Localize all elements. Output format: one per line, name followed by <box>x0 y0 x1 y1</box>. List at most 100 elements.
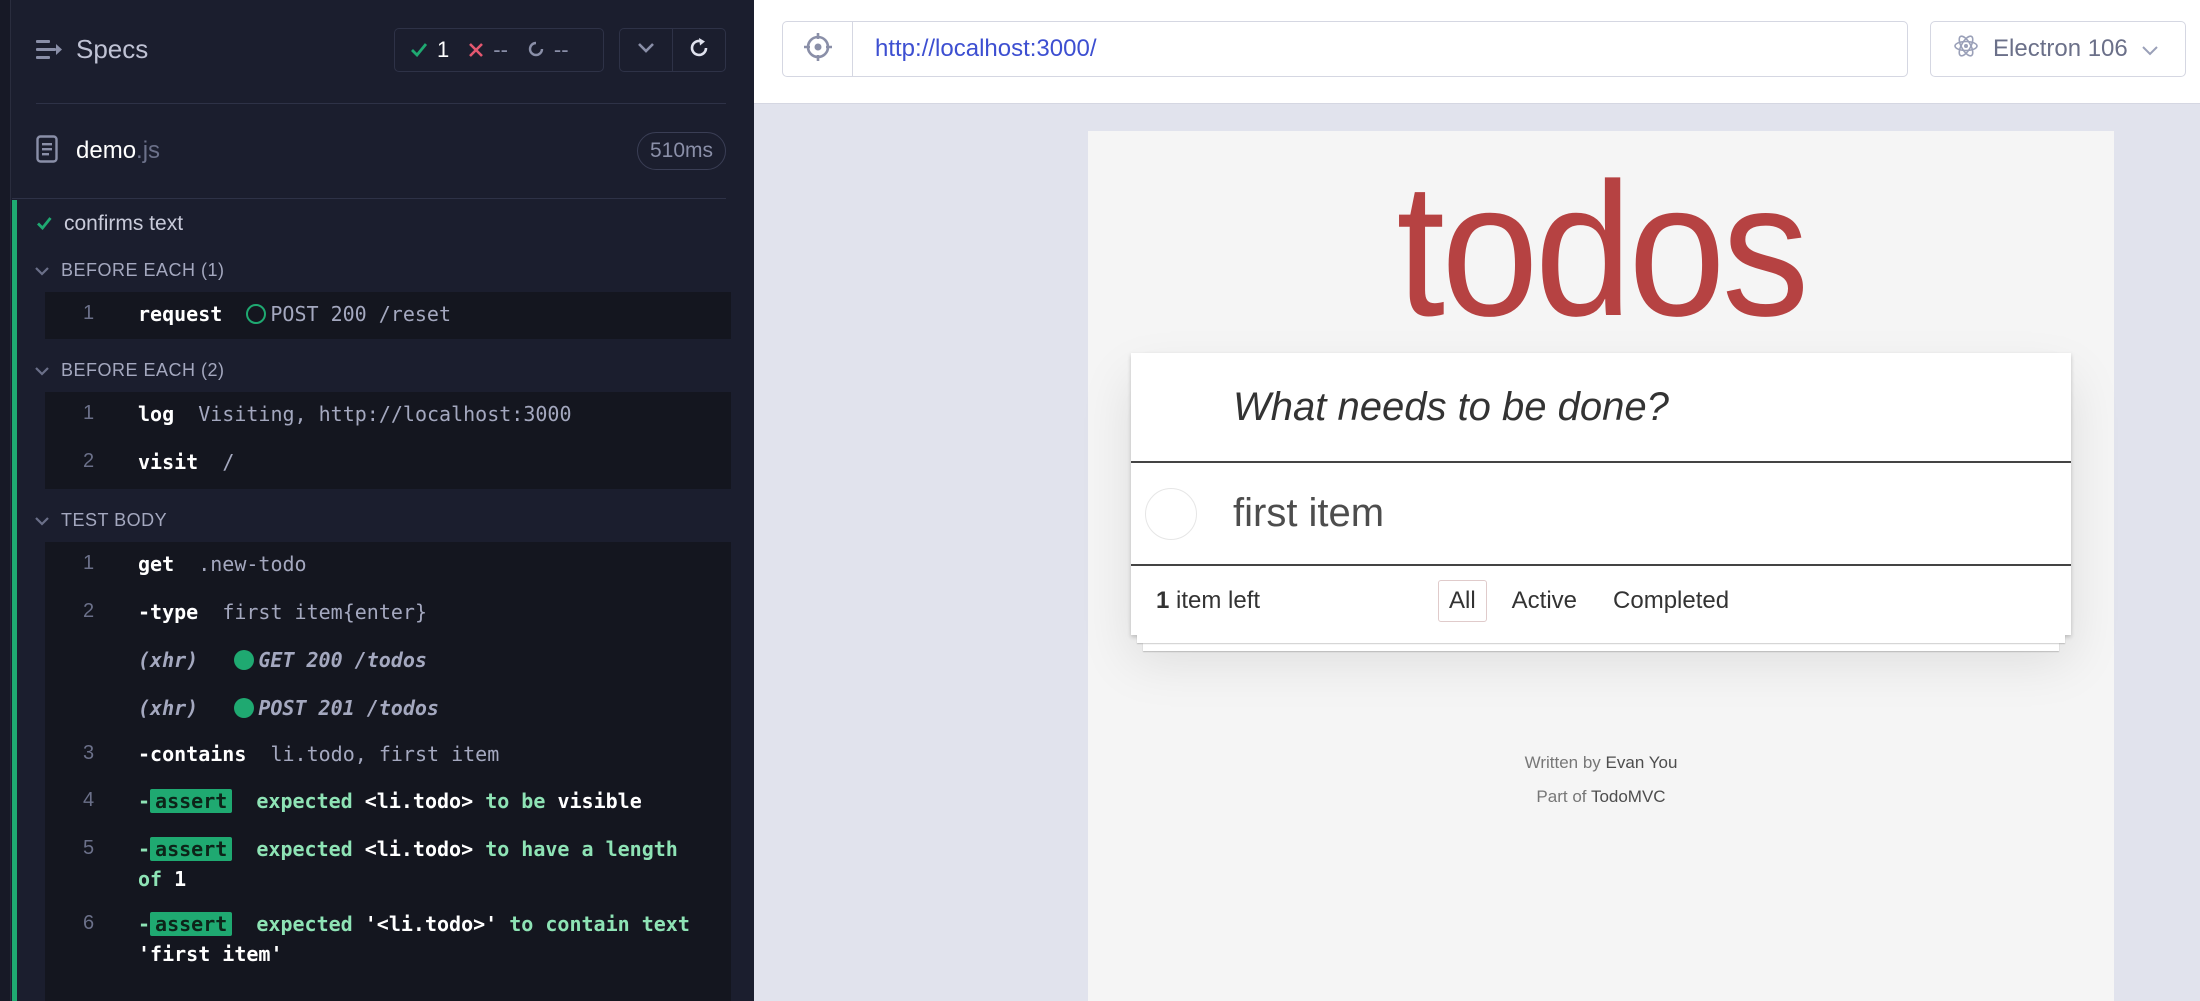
command-message: first item{enter} <box>222 600 428 624</box>
todo-label[interactable]: first item <box>1233 491 1384 536</box>
specs-label: Specs <box>76 34 149 64</box>
test-item: confirms text BEFORE EACH (1) 1 request … <box>12 200 731 1001</box>
spec-file-name[interactable]: demo.js <box>76 137 160 165</box>
assert-word: expected <box>256 837 353 861</box>
written-by-line: Written by Evan You <box>1088 746 2114 780</box>
todomvc-link[interactable]: TodoMVC <box>1591 787 1666 806</box>
command-number: 1 <box>83 302 95 324</box>
command-number: 1 <box>83 402 95 424</box>
refresh-icon <box>687 36 711 65</box>
collapse-all-button[interactable] <box>620 29 672 71</box>
reporter-header: Specs 1 -- -- <box>36 22 726 78</box>
xhr-message: GET 200 /todos <box>258 648 427 672</box>
assert-word: expected <box>256 789 353 813</box>
app-title: todos <box>1396 144 1809 356</box>
command-number: 5 <box>83 837 95 859</box>
todo-count-text: item left <box>1176 586 1261 614</box>
divider <box>12 198 726 199</box>
command-dash: - <box>138 912 151 936</box>
assert-subject: <li.todo> <box>364 837 474 861</box>
written-prefix: Written by <box>1524 753 1601 772</box>
assert-badge: assert <box>150 789 233 813</box>
reporter-controls <box>619 28 726 72</box>
duration-badge: 510ms <box>636 132 726 170</box>
assert-value: visible <box>557 789 642 813</box>
rerun-button[interactable] <box>672 29 725 71</box>
filter-all[interactable]: All <box>1438 579 1487 622</box>
hook-before-each-1[interactable]: BEFORE EACH (1) <box>35 260 225 281</box>
filter-completed[interactable]: Completed <box>1602 580 1740 622</box>
assert-badge: assert <box>150 837 233 861</box>
browser-selector[interactable]: Electron 106 <box>1930 21 2186 77</box>
todo-toggle-checkbox[interactable] <box>1145 488 1197 540</box>
assert-word: expected <box>256 912 353 936</box>
command-number: 3 <box>83 742 95 764</box>
command-name: visit <box>138 450 199 474</box>
hook-label: TEST BODY <box>61 510 168 530</box>
app-under-test-panel: http://localhost:3000/ Electron 106 todo… <box>754 0 2200 1001</box>
card-stack-shadow <box>1143 643 2059 651</box>
chevron-down-icon <box>35 510 49 531</box>
failed-count: -- <box>493 37 508 62</box>
spec-file-header[interactable]: demo.js 510ms <box>36 130 726 172</box>
file-basename: demo <box>76 137 137 164</box>
command-number: 6 <box>83 912 95 934</box>
pending-stat: -- <box>528 37 569 63</box>
todoapp: What needs to be done? first item 1 item… <box>1131 353 2071 651</box>
file-extension: .js <box>136 137 161 164</box>
command-name: get <box>138 552 175 576</box>
pending-count: -- <box>553 37 569 62</box>
command-number: 1 <box>83 552 95 574</box>
xhr-status-dot <box>234 698 255 718</box>
failed-stat: -- <box>469 37 508 63</box>
hook-label: BEFORE EACH (1) <box>61 260 225 280</box>
assert-row[interactable]: 6 - assert expected '<li.todo>' to contai… <box>45 912 731 972</box>
command-name: log <box>138 402 175 426</box>
card-stack-shadow <box>1137 635 2065 643</box>
part-prefix: Part of <box>1536 787 1587 806</box>
assert-row[interactable]: 5 - assert expected <li.todo> to have a l… <box>45 837 731 897</box>
command-name: -type <box>138 600 199 624</box>
assert-badge: assert <box>150 912 233 936</box>
command-message: li.todo, first item <box>270 742 500 766</box>
divider <box>36 103 726 104</box>
todo-item[interactable]: first item <box>1131 463 2071 566</box>
check-icon <box>37 212 52 236</box>
url-bar: http://localhost:3000/ <box>782 21 1908 77</box>
command-number: 2 <box>83 450 95 472</box>
filter-active[interactable]: Active <box>1501 580 1588 622</box>
chevron-down-icon <box>2142 35 2158 63</box>
xhr-message: POST 201 /todos <box>258 696 439 720</box>
assert-subject: <li.todo> <box>364 789 474 813</box>
test-title-row[interactable]: confirms text <box>37 212 183 236</box>
chevron-down-icon <box>637 41 655 59</box>
selector-playground-button[interactable] <box>783 22 853 76</box>
assert-value: 1 <box>174 867 187 891</box>
xhr-tag: (xhr) <box>138 696 199 720</box>
run-stats: 1 -- -- <box>394 28 604 72</box>
xhr-tag: (xhr) <box>138 648 199 672</box>
crosshair-icon <box>803 32 833 67</box>
electron-icon <box>1953 33 1979 66</box>
author-link[interactable]: Evan You <box>1606 753 1678 772</box>
hook-label: BEFORE EACH (2) <box>61 360 225 380</box>
hook-before-each-2[interactable]: BEFORE EACH (2) <box>35 360 225 381</box>
x-icon <box>469 37 484 63</box>
aut-url[interactable]: http://localhost:3000/ <box>853 35 1096 63</box>
new-todo-input[interactable]: What needs to be done? <box>1131 353 2071 463</box>
todo-card: What needs to be done? first item 1 item… <box>1131 353 2071 651</box>
test-title: confirms text <box>64 212 184 235</box>
todo-footer: 1 item left All Active Completed <box>1131 566 2071 635</box>
assert-value: 'first item' <box>138 942 283 966</box>
aut-header: http://localhost:3000/ Electron 106 <box>754 0 2200 104</box>
command-message: / <box>222 450 235 474</box>
hook-test-body[interactable]: TEST BODY <box>35 510 167 531</box>
assert-matcher-cont: of <box>138 867 163 891</box>
part-of-line: Part of TodoMVC <box>1088 780 2114 814</box>
command-message: Visiting, http://localhost:3000 <box>198 402 572 426</box>
todo-count-number: 1 <box>1156 586 1170 614</box>
specs-toggle[interactable]: Specs <box>36 34 148 65</box>
todo-count: 1 item left <box>1156 587 1260 615</box>
file-icon <box>36 134 58 168</box>
command-message: POST 200 /reset <box>270 302 452 326</box>
